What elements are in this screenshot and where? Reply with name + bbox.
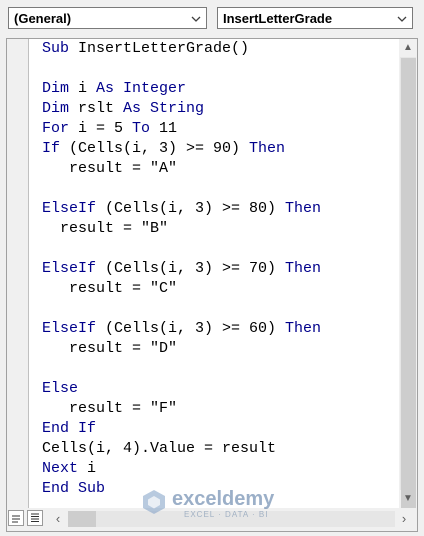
chevron-down-icon[interactable] [396, 13, 408, 25]
code-editor[interactable]: Sub InsertLetterGrade() Dim i As Integer… [29, 39, 399, 508]
code-line[interactable]: result = "F" [42, 399, 177, 419]
code-line[interactable]: ElseIf (Cells(i, 3) >= 70) Then [42, 259, 321, 279]
procedure-dropdown-value: InsertLetterGrade [223, 11, 333, 26]
horizontal-scroll-thumb[interactable] [68, 511, 96, 527]
code-line[interactable]: Dim rslt As String [42, 99, 204, 119]
scroll-right-arrow-icon[interactable]: › [397, 511, 411, 527]
vertical-scroll-thumb[interactable] [401, 58, 416, 510]
code-line[interactable]: Sub InsertLetterGrade() [42, 39, 249, 59]
code-line[interactable]: result = "A" [42, 159, 177, 179]
code-line[interactable]: ElseIf (Cells(i, 3) >= 80) Then [42, 199, 321, 219]
exceldemy-logo-icon [143, 490, 165, 514]
margin-indicator-bar[interactable] [7, 39, 29, 508]
code-line[interactable]: For i = 5 To 11 [42, 119, 177, 139]
watermark-tagline: EXCEL · DATA · BI [184, 510, 269, 519]
vertical-scrollbar[interactable]: ▲ ▼ [399, 39, 417, 510]
code-line[interactable]: result = "B" [42, 219, 168, 239]
full-module-view-icon[interactable] [27, 510, 43, 526]
watermark: exceldemy EXCEL · DATA · BI [140, 486, 300, 522]
procedure-view-icon[interactable] [8, 510, 24, 526]
code-line[interactable]: Cells(i, 4).Value = result [42, 439, 276, 459]
watermark-name: exceldemy [172, 488, 275, 510]
code-line[interactable]: Dim i As Integer [42, 79, 186, 99]
code-window-toolbar: (General) InsertLetterGrade [0, 0, 424, 38]
object-dropdown[interactable]: (General) [8, 7, 207, 29]
code-line[interactable]: End Sub [42, 479, 105, 499]
code-line[interactable]: ElseIf (Cells(i, 3) >= 60) Then [42, 319, 321, 339]
code-line[interactable]: result = "C" [42, 279, 177, 299]
scroll-up-arrow-icon[interactable]: ▲ [399, 39, 417, 57]
code-text: InsertLetterGrade() [78, 40, 250, 57]
procedure-dropdown[interactable]: InsertLetterGrade [217, 7, 413, 29]
scroll-down-arrow-icon[interactable]: ▼ [399, 490, 417, 508]
code-line[interactable]: result = "D" [42, 339, 177, 359]
chevron-down-icon[interactable] [190, 13, 202, 25]
object-dropdown-value: (General) [14, 11, 72, 26]
code-line[interactable]: Else [42, 379, 78, 399]
code-line[interactable]: Next i [42, 459, 96, 479]
scroll-left-arrow-icon[interactable]: ‹ [51, 511, 65, 527]
code-line[interactable]: End If [42, 419, 96, 439]
code-line[interactable]: If (Cells(i, 3) >= 90) Then [42, 139, 285, 159]
